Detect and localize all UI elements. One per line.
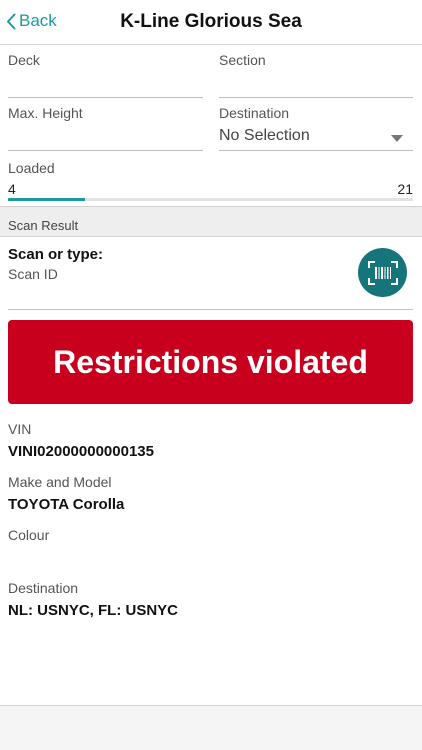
scan-id-underline <box>8 309 413 310</box>
loaded-progress-fill <box>8 198 85 201</box>
scan-result-header: Scan Result <box>0 206 422 237</box>
max-height-label: Max. Height <box>8 105 83 121</box>
loaded-progress-bar <box>8 198 413 201</box>
footer-bar <box>0 706 422 750</box>
destination-underline <box>219 150 413 151</box>
destination-select-value: No Selection <box>219 127 310 144</box>
max-height-field[interactable]: Max. Height <box>8 105 203 151</box>
restrictions-alert: Restrictions violated <box>8 320 413 404</box>
triangle-down-icon <box>391 135 403 142</box>
loaded-total: 21 <box>397 181 413 197</box>
restrictions-alert-text: Restrictions violated <box>53 343 368 380</box>
scan-prompt: Scan or type: <box>8 246 104 263</box>
destination-select-label: Destination <box>219 105 290 121</box>
section-field[interactable]: Section <box>219 52 413 98</box>
barcode-scan-button[interactable] <box>358 248 407 297</box>
scan-result-title: Scan Result <box>8 218 79 233</box>
loaded-label: Loaded <box>8 160 55 176</box>
loaded-current: 4 <box>8 181 16 197</box>
page-title: K-Line Glorious Sea <box>120 11 302 32</box>
destination-label: Destination <box>8 580 79 596</box>
header-bar: Back K-Line Glorious Sea <box>0 0 422 45</box>
scan-id-input[interactable]: Scan ID <box>8 266 58 282</box>
section-label: Section <box>219 52 266 68</box>
deck-label: Deck <box>8 52 40 68</box>
deck-underline <box>8 97 203 98</box>
barcode-scanner-icon <box>367 260 398 285</box>
colour-label: Colour <box>8 527 50 543</box>
make-model-value: TOYOTA Corolla <box>8 496 125 513</box>
vin-value: VINI02000000000135 <box>8 443 154 460</box>
max-height-underline <box>8 150 203 151</box>
make-model-label: Make and Model <box>8 474 112 490</box>
vin-label: VIN <box>8 421 32 437</box>
destination-select[interactable]: Destination No Selection <box>219 105 413 151</box>
destination-value: NL: USNYC, FL: USNYC <box>8 602 178 619</box>
deck-field[interactable]: Deck <box>8 52 203 98</box>
section-underline <box>219 97 413 98</box>
